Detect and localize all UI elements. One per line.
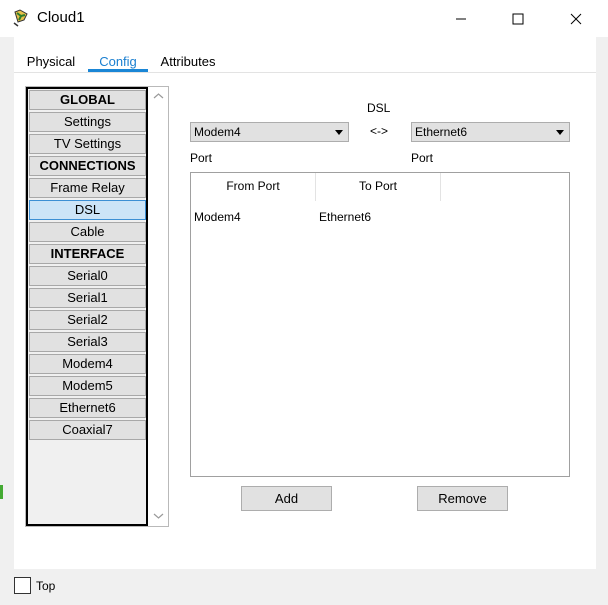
top-checkbox[interactable] bbox=[14, 577, 31, 594]
nav-scrollbar[interactable] bbox=[149, 87, 168, 526]
connection-table[interactable]: From Port To Port Modem4 Ethernet6 bbox=[190, 172, 570, 477]
column-header-to-port[interactable]: To Port bbox=[316, 173, 441, 201]
chevron-down-icon bbox=[556, 130, 564, 135]
right-port-label: Port bbox=[411, 151, 434, 165]
close-icon bbox=[570, 13, 582, 24]
chevron-down-icon bbox=[335, 130, 343, 135]
scroll-down-icon[interactable] bbox=[153, 510, 164, 521]
right-port-value: Ethernet6 bbox=[415, 125, 468, 139]
top-checkbox-label: Top bbox=[36, 579, 56, 593]
minimize-icon bbox=[456, 18, 466, 19]
nav-item-settings[interactable]: Settings bbox=[29, 112, 146, 132]
row-from-port[interactable]: Modem4 bbox=[194, 210, 241, 224]
maximize-button[interactable] bbox=[495, 0, 541, 37]
column-header-from-port[interactable]: From Port bbox=[191, 173, 316, 201]
nav-item-dsl[interactable]: DSL bbox=[29, 200, 146, 220]
add-button[interactable]: Add bbox=[241, 486, 332, 511]
nav-item-frame-relay[interactable]: Frame Relay bbox=[29, 178, 146, 198]
window-title: Cloud1 bbox=[37, 9, 85, 26]
background-edge-mark bbox=[0, 485, 3, 499]
left-port-value: Modem4 bbox=[194, 125, 241, 139]
nav-item-serial1[interactable]: Serial1 bbox=[29, 288, 146, 308]
scroll-up-icon[interactable] bbox=[153, 91, 164, 102]
left-port-label: Port bbox=[190, 151, 213, 165]
nav-section-global[interactable]: GLOBAL bbox=[29, 90, 146, 110]
maximize-icon bbox=[512, 13, 524, 24]
minimize-button[interactable] bbox=[438, 0, 484, 37]
nav-item-cable[interactable]: Cable bbox=[29, 222, 146, 242]
nav-item-ethernet6[interactable]: Ethernet6 bbox=[29, 398, 146, 418]
nav-item-serial3[interactable]: Serial3 bbox=[29, 332, 146, 352]
config-nav-list[interactable]: GLOBAL Settings TV Settings CONNECTIONS Fram… bbox=[25, 86, 169, 527]
nav-item-coaxial7[interactable]: Coaxial7 bbox=[29, 420, 146, 440]
remove-button[interactable]: Remove bbox=[417, 486, 508, 511]
nav-item-modem5[interactable]: Modem5 bbox=[29, 376, 146, 396]
title-bar: Cloud1 bbox=[0, 0, 608, 37]
link-arrow: <-> bbox=[370, 124, 389, 138]
tab-divider bbox=[14, 72, 596, 73]
nav-section-interface[interactable]: INTERFACE bbox=[29, 244, 146, 264]
nav-item-serial0[interactable]: Serial0 bbox=[29, 266, 146, 286]
nav-list-body: GLOBAL Settings TV Settings CONNECTIONS Fram… bbox=[26, 87, 148, 526]
tab-attributes[interactable]: Attributes bbox=[148, 46, 228, 74]
nav-item-serial2[interactable]: Serial2 bbox=[29, 310, 146, 330]
cloud-device-icon bbox=[13, 9, 28, 27]
left-port-select[interactable]: Modem4 bbox=[190, 122, 349, 142]
nav-section-connections[interactable]: CONNECTIONS bbox=[29, 156, 146, 176]
row-to-port[interactable]: Ethernet6 bbox=[319, 210, 371, 224]
tab-physical[interactable]: Physical bbox=[14, 46, 88, 74]
nav-item-modem4[interactable]: Modem4 bbox=[29, 354, 146, 374]
close-button[interactable] bbox=[553, 0, 599, 37]
nav-item-tv-settings[interactable]: TV Settings bbox=[29, 134, 146, 154]
dsl-heading: DSL bbox=[367, 101, 391, 115]
right-port-select[interactable]: Ethernet6 bbox=[411, 122, 570, 142]
